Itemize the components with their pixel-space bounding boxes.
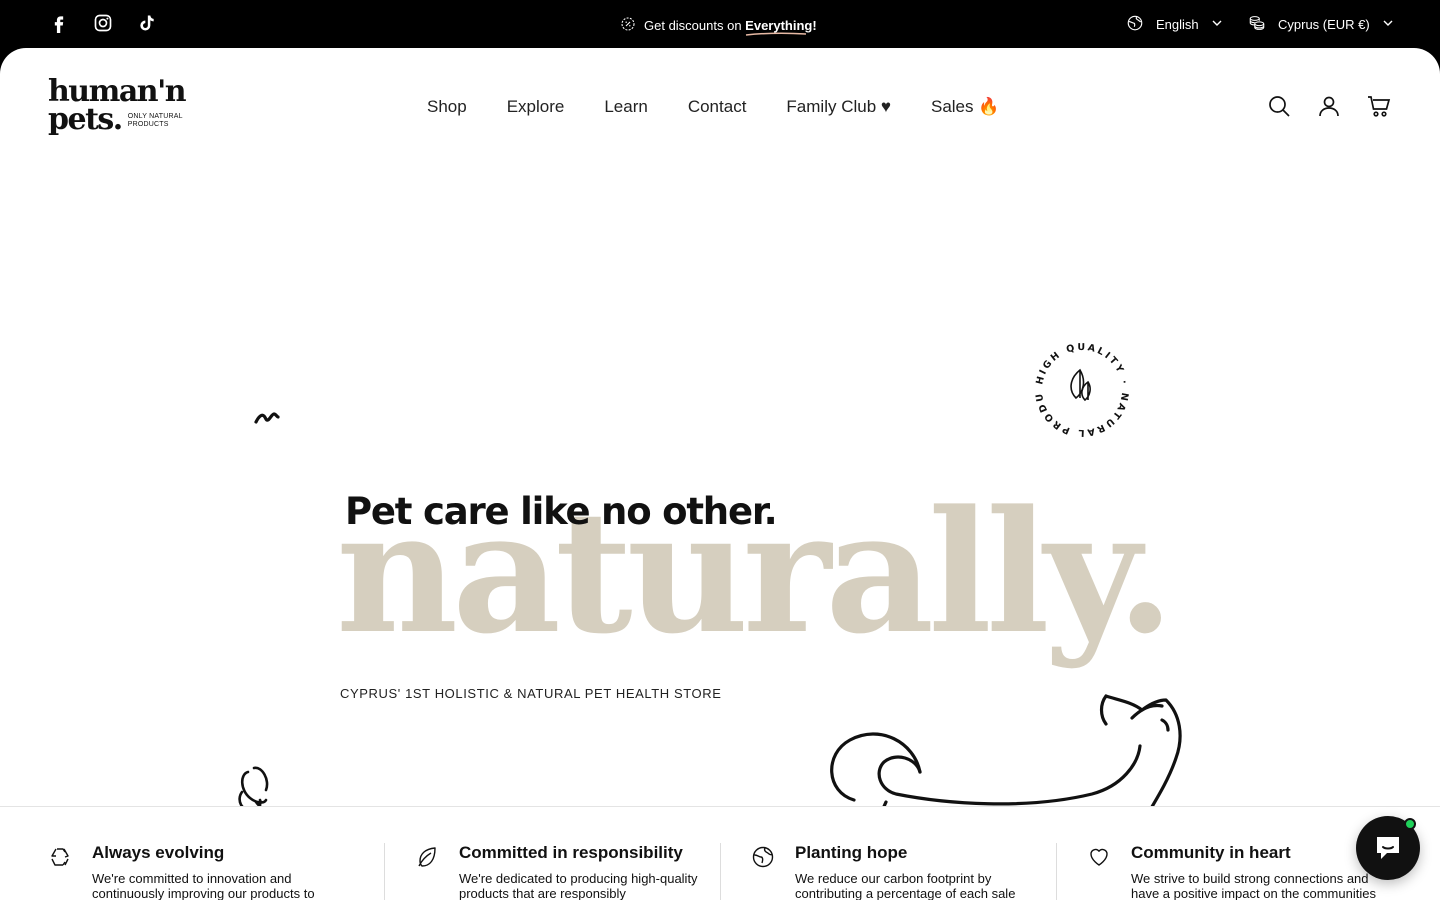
main-panel: human'n pets. ONLY NATURAL PRODUCTS Shop… bbox=[0, 48, 1440, 900]
site-logo[interactable]: human'n pets. ONLY NATURAL PRODUCTS bbox=[48, 77, 188, 138]
main-navigation: Shop Explore Learn Contact Family Club ♥… bbox=[427, 97, 999, 117]
feature-title: Committed in responsibility bbox=[459, 843, 683, 862]
feature-description: We're committed to innovation and contin… bbox=[92, 871, 315, 900]
globe-icon bbox=[752, 846, 774, 868]
quality-seal: HIGH QUALITY · NATURAL PRODUCTS · bbox=[1030, 338, 1128, 438]
squiggle-icon bbox=[254, 412, 280, 424]
facebook-icon[interactable] bbox=[48, 12, 70, 34]
feature-description: We reduce our carbon footprint by contri… bbox=[795, 871, 1016, 900]
nav-explore[interactable]: Explore bbox=[507, 97, 565, 117]
tiktok-icon[interactable] bbox=[136, 12, 158, 34]
chevron-down-icon bbox=[1211, 17, 1223, 32]
promo-message[interactable]: Get discounts on Everything! bbox=[620, 16, 817, 36]
promo-suffix: ! bbox=[812, 18, 817, 33]
language-selector[interactable]: English bbox=[1126, 14, 1223, 35]
account-icon[interactable] bbox=[1317, 94, 1341, 118]
heart-icon bbox=[1090, 848, 1108, 866]
logo-tagline: ONLY NATURAL PRODUCTS bbox=[127, 113, 183, 128]
cart-icon[interactable] bbox=[1367, 94, 1391, 118]
divider bbox=[720, 843, 721, 900]
recycle-icon bbox=[51, 848, 69, 866]
feature-description: We're dedicated to producing high-qualit… bbox=[459, 871, 698, 900]
leaf-icon bbox=[418, 847, 436, 867]
currency-label: Cyprus (EUR €) bbox=[1278, 17, 1370, 32]
feature-description: We strive to build strong connections an… bbox=[1131, 871, 1376, 900]
hero-subline: CYPRUS' 1ST HOLISTIC & NATURAL PET HEALT… bbox=[340, 686, 722, 701]
currency-selector[interactable]: Cyprus (EUR €) bbox=[1248, 14, 1394, 35]
globe-icon bbox=[1126, 14, 1144, 35]
chat-widget-button[interactable] bbox=[1356, 816, 1420, 880]
nav-family-club[interactable]: Family Club ♥ bbox=[786, 97, 891, 117]
language-label: English bbox=[1156, 17, 1199, 32]
social-links bbox=[48, 12, 158, 34]
nav-learn[interactable]: Learn bbox=[604, 97, 647, 117]
nav-shop[interactable]: Shop bbox=[427, 97, 467, 117]
coins-icon bbox=[1248, 14, 1266, 35]
features-strip: Always evolving We're committed to innov… bbox=[0, 806, 1440, 900]
nav-sales[interactable]: Sales 🔥 bbox=[931, 97, 999, 117]
nav-contact[interactable]: Contact bbox=[688, 97, 747, 117]
divider bbox=[384, 843, 385, 900]
hero-tagline: Pet care like no other. bbox=[345, 490, 778, 533]
hero-banner[interactable]: HIGH QUALITY · NATURAL PRODUCTS · natura… bbox=[0, 160, 1440, 900]
announcement-bar: Get discounts on Everything! English Cyp… bbox=[0, 0, 1440, 48]
divider bbox=[1056, 843, 1057, 900]
logo-line-2: pets. bbox=[48, 102, 123, 137]
chat-icon bbox=[1377, 837, 1399, 859]
feature-title: Always evolving bbox=[92, 843, 225, 862]
feature-title: Community in heart bbox=[1131, 843, 1291, 862]
instagram-icon[interactable] bbox=[92, 12, 114, 34]
promo-emphasis: Everything bbox=[745, 18, 813, 36]
search-icon[interactable] bbox=[1267, 94, 1291, 118]
chevron-down-icon bbox=[1382, 17, 1394, 32]
online-status-dot bbox=[1404, 818, 1416, 830]
discount-icon bbox=[620, 16, 636, 35]
promo-text: Get discounts on bbox=[644, 18, 746, 33]
header-actions bbox=[1267, 94, 1391, 118]
feature-title: Planting hope bbox=[795, 843, 908, 862]
